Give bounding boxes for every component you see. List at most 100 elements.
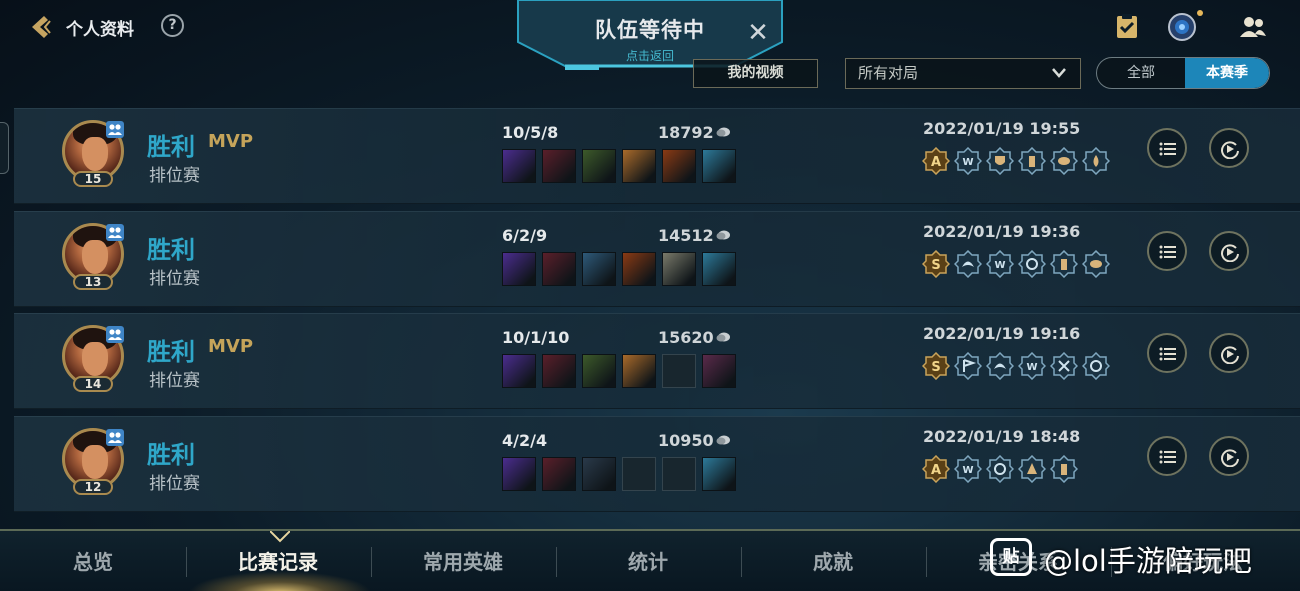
match-row[interactable]: 14 胜利 MVP 排位赛 10/1/10 15620 2022/01/19 1… (14, 313, 1300, 409)
gold-amount: 10950 (658, 431, 714, 450)
gold-icon (716, 127, 730, 137)
achievement-badge-icon (1049, 249, 1079, 279)
party-icon (106, 326, 124, 343)
svg-text:A: A (931, 155, 941, 170)
match-result: 胜利 (147, 338, 195, 366)
nav-divider (741, 547, 742, 577)
match-detail-button[interactable] (1147, 128, 1187, 168)
achievement-badge-icon: S (921, 249, 951, 279)
replay-play-icon (1221, 346, 1239, 364)
gold-icon (716, 230, 730, 240)
help-icon[interactable]: ? (161, 14, 184, 37)
side-panel-handle[interactable] (0, 122, 9, 174)
empty-item-slot (622, 457, 656, 491)
replay-button[interactable] (1209, 231, 1249, 271)
match-datetime: 2022/01/19 18:48 (923, 427, 1081, 446)
kda-score: 6/2/9 (502, 226, 548, 245)
friends-icon[interactable] (1238, 12, 1268, 42)
achievement-badge-icon (985, 351, 1015, 381)
item-icon (582, 149, 616, 183)
nav-divider (371, 547, 372, 577)
watermark-logo: 贴 (990, 538, 1032, 576)
active-tab-indicator-icon (270, 531, 290, 543)
achievement-badge-icon (1017, 249, 1047, 279)
mvp-label: MVP (208, 336, 254, 357)
nav-tab[interactable]: 常用英雄 (373, 545, 553, 579)
match-detail-button[interactable] (1147, 436, 1187, 476)
achievement-badge-icon: W (1017, 351, 1047, 381)
match-type-selected: 所有对局 (858, 64, 919, 82)
list-icon (1159, 245, 1176, 259)
scope-all-tab[interactable]: 全部 (1097, 58, 1185, 88)
scope-season-tab[interactable]: 本赛季 (1185, 58, 1269, 88)
item-icon (702, 252, 736, 286)
chevron-down-icon (1052, 68, 1066, 78)
achievement-badge-icon (1049, 351, 1079, 381)
match-mode: 排位赛 (149, 474, 200, 494)
item-icon (622, 252, 656, 286)
profile-emblem-icon[interactable] (1167, 12, 1197, 42)
close-icon[interactable]: ✕ (746, 20, 770, 46)
my-video-button[interactable]: 我的视频 (693, 59, 818, 88)
achievement-badge-icon: S (921, 351, 951, 381)
nav-divider (926, 547, 927, 577)
replay-play-icon (1221, 141, 1239, 159)
kda-score: 4/2/4 (502, 431, 548, 450)
task-checklist-icon[interactable] (1112, 12, 1142, 42)
replay-button[interactable] (1209, 128, 1249, 168)
nav-tab[interactable]: 成就 (743, 545, 923, 579)
item-icon (662, 149, 696, 183)
back-chevron-icon[interactable] (26, 12, 56, 42)
match-type-dropdown[interactable]: 所有对局 (845, 58, 1081, 89)
svg-text:A: A (931, 463, 941, 478)
nav-tab[interactable]: 比赛记录 (188, 545, 368, 579)
nav-divider (186, 547, 187, 577)
replay-button[interactable] (1209, 436, 1249, 476)
party-icon (106, 429, 124, 446)
list-icon (1159, 142, 1176, 156)
nav-tab[interactable]: 总览 (3, 545, 183, 579)
match-datetime: 2022/01/19 19:36 (923, 222, 1081, 241)
gold-icon (716, 332, 730, 342)
match-mode: 排位赛 (149, 371, 200, 391)
nav-tab[interactable]: 统计 (558, 545, 738, 579)
empty-item-slot (662, 354, 696, 388)
achievement-badge-icon (1049, 146, 1079, 176)
match-detail-button[interactable] (1147, 231, 1187, 271)
empty-item-slot (662, 457, 696, 491)
item-icon (702, 354, 736, 388)
match-mode: 排位赛 (149, 269, 200, 289)
item-icon (502, 457, 536, 491)
match-result: 胜利 (147, 133, 195, 161)
match-detail-button[interactable] (1147, 333, 1187, 373)
list-icon (1159, 450, 1176, 464)
party-icon (106, 121, 124, 138)
achievement-badge-icon: W (953, 146, 983, 176)
match-result: 胜利 (147, 441, 195, 469)
season-scope-toggle[interactable]: 全部 本赛季 (1096, 57, 1270, 89)
match-row[interactable]: 12 胜利 排位赛 4/2/4 10950 2022/01/19 18:48 A… (14, 416, 1300, 512)
achievement-badge-icon: W (985, 249, 1015, 279)
replay-play-icon (1221, 449, 1239, 467)
svg-text:W: W (962, 157, 973, 168)
page-title: 个人资料 (66, 20, 134, 40)
item-icon (542, 149, 576, 183)
match-row[interactable]: 15 胜利 MVP 排位赛 10/5/8 18792 2022/01/19 19… (14, 108, 1300, 204)
achievement-badge-icon (1017, 454, 1047, 484)
item-icon (702, 457, 736, 491)
kda-score: 10/1/10 (502, 328, 570, 347)
replay-button[interactable] (1209, 333, 1249, 373)
gold-icon (716, 435, 730, 445)
item-icon (662, 252, 696, 286)
gold-amount: 14512 (658, 226, 714, 245)
svg-text:S: S (931, 258, 940, 273)
item-icon (622, 354, 656, 388)
match-row[interactable]: 13 胜利 排位赛 6/2/9 14512 2022/01/19 19:36 S… (14, 211, 1300, 307)
svg-text:W: W (1026, 362, 1037, 373)
match-mode: 排位赛 (149, 166, 200, 186)
achievement-badge-icon: A (921, 454, 951, 484)
achievement-badge-icon (953, 249, 983, 279)
item-icon (582, 457, 616, 491)
achievement-badge-icon: W (953, 454, 983, 484)
item-icon (502, 252, 536, 286)
